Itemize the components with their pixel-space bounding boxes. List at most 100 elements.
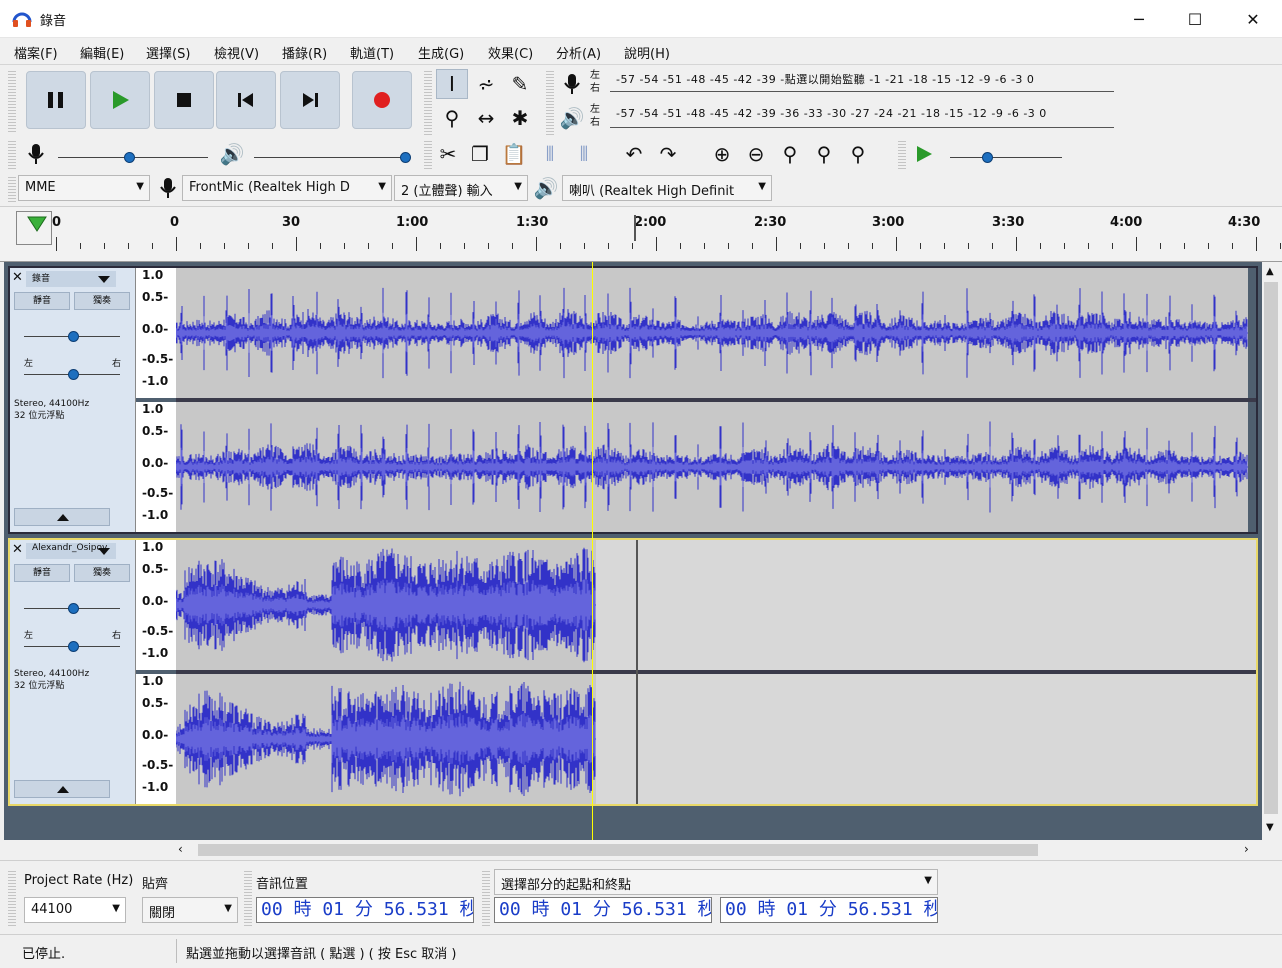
vertical-scrollbar[interactable]: ▲ ▼ <box>1262 262 1280 840</box>
fit-selection-button[interactable]: ⚲ <box>774 139 806 169</box>
minimize-button[interactable]: ─ <box>1110 0 1168 38</box>
playback-meter[interactable]: -57 -54 -51 -48 -45 -42 -39 -36 -33 -30 … <box>610 105 1114 131</box>
record-meter-button[interactable] <box>556 69 588 99</box>
trim-icon: ⫴ <box>545 142 555 166</box>
menu-edit[interactable]: 編輯(E) <box>80 43 124 62</box>
vertical-scroll-thumb[interactable] <box>1264 282 1278 814</box>
zoom-out-button[interactable]: ⊖ <box>740 139 772 169</box>
snap-select[interactable]: 關閉 ▼ <box>142 897 238 923</box>
play-at-speed-button[interactable] <box>908 139 940 169</box>
toolbar-grip[interactable] <box>482 869 490 927</box>
time-shift-tool[interactable]: ↔ <box>470 103 502 133</box>
audio-position-field[interactable]: 00 時 01 分 56.531 秒 <box>256 897 474 923</box>
selection-mode-select[interactable]: 選擇部分的起點和終點 ▼ <box>494 869 938 895</box>
chevron-right-icon[interactable]: › <box>1244 842 1249 856</box>
menu-analyze[interactable]: 分析(A) <box>556 43 601 62</box>
playback-meter-button[interactable]: 🔊 <box>556 103 588 133</box>
silence-button[interactable]: ⫴ <box>568 139 600 169</box>
menu-generate[interactable]: 生成(G) <box>418 43 464 62</box>
toolbar-grip[interactable] <box>424 139 432 169</box>
menu-help[interactable]: 說明(H) <box>624 43 670 62</box>
fit-project-button[interactable]: ⚲ <box>808 139 840 169</box>
toolbar-grip[interactable] <box>8 175 16 203</box>
envelope-tool[interactable]: ⩫ <box>470 69 502 99</box>
title-bar: 錄音 ─ ☐ ✕ <box>0 0 1282 38</box>
menu-file[interactable]: 檔案(F) <box>14 43 58 62</box>
input-channels-select[interactable]: 2 (立體聲) 輸入 ▼ <box>394 175 528 201</box>
multi-tool[interactable]: ✱ <box>504 103 536 133</box>
draw-tool[interactable]: ✎ <box>504 69 536 99</box>
zoom-toggle-button[interactable]: ⚲ <box>842 139 874 169</box>
chevron-left-icon[interactable]: ‹ <box>178 842 183 856</box>
close-icon[interactable]: ✕ <box>12 542 23 557</box>
solo-button[interactable]: 獨奏 <box>74 564 130 582</box>
input-volume-slider[interactable] <box>124 152 135 163</box>
collapse-track-button[interactable] <box>14 780 110 798</box>
timeline-label: 4:00 <box>1110 215 1143 230</box>
cut-button[interactable]: ✂ <box>432 139 464 169</box>
pan-slider[interactable] <box>68 641 79 652</box>
audio-host-select[interactable]: MME ▼ <box>18 175 150 201</box>
gain-slider[interactable] <box>68 331 79 342</box>
skip-to-start-button[interactable] <box>216 71 276 129</box>
timeline-label: 1:30 <box>516 215 549 230</box>
paste-button[interactable]: 📋 <box>498 139 530 169</box>
playback-speed-slider[interactable] <box>982 152 993 163</box>
collapse-track-button[interactable] <box>14 508 110 526</box>
stop-button[interactable] <box>154 71 214 129</box>
track-name-menu[interactable]: Alexandr_Osipov <box>26 543 116 559</box>
selection-end-field[interactable]: 00 時 01 分 56.531 秒 <box>720 897 938 923</box>
redo-button[interactable]: ↷ <box>652 139 684 169</box>
waveform-right-channel[interactable] <box>176 402 1248 532</box>
trim-button[interactable]: ⫴ <box>534 139 566 169</box>
pause-button[interactable] <box>26 71 86 129</box>
solo-button[interactable]: 獨奏 <box>74 292 130 310</box>
output-device-select[interactable]: 喇叭 (Realtek High Definit ▼ <box>562 175 772 201</box>
horizontal-scroll-thumb[interactable] <box>198 844 1038 856</box>
toolbar-grip[interactable] <box>898 139 906 169</box>
chevron-up-icon[interactable]: ▲ <box>1266 266 1274 277</box>
toolbar-grip[interactable] <box>244 869 252 927</box>
project-rate-select[interactable]: 44100 ▼ <box>24 897 126 923</box>
output-volume-slider[interactable] <box>400 152 411 163</box>
horizontal-scrollbar[interactable]: ‹ › <box>170 840 1262 860</box>
selection-tool[interactable]: I <box>436 69 468 99</box>
zoom-in-button[interactable]: ⊕ <box>706 139 738 169</box>
maximize-button[interactable]: ☐ <box>1166 0 1224 38</box>
tracks-area[interactable]: ✕ 錄音 靜音 獨奏 左 右 Stereo, 44100Hz 32 位元浮點 1… <box>4 262 1262 840</box>
mute-button[interactable]: 靜音 <box>14 564 70 582</box>
selection-start-field[interactable]: 00 時 01 分 56.531 秒 <box>494 897 712 923</box>
pan-slider[interactable] <box>68 369 79 380</box>
track-name-menu[interactable]: 錄音 <box>26 271 116 287</box>
menu-effect[interactable]: 效果(C) <box>488 43 533 62</box>
zoom-tool[interactable]: ⚲ <box>436 103 468 133</box>
audio-track-2[interactable]: ✕ Alexandr_Osipov 靜音 獨奏 左 右 Stereo, 4410… <box>8 538 1258 806</box>
waveform-left-channel[interactable] <box>176 540 596 670</box>
toolbar-grip[interactable] <box>546 69 554 135</box>
play-button[interactable] <box>90 71 150 129</box>
record-button[interactable] <box>352 71 412 129</box>
audio-track-1[interactable]: ✕ 錄音 靜音 獨奏 左 右 Stereo, 44100Hz 32 位元浮點 1… <box>8 266 1258 534</box>
menu-select[interactable]: 選擇(S) <box>146 43 190 62</box>
waveform-right-channel[interactable] <box>176 674 596 804</box>
copy-button[interactable]: ❐ <box>464 139 496 169</box>
menu-transport[interactable]: 播錄(R) <box>282 43 327 62</box>
menu-view[interactable]: 檢視(V) <box>214 43 259 62</box>
toolbar-grip[interactable] <box>8 869 16 927</box>
timeline-ruler[interactable]: 0 0 30 1:00 1:30 2:00 2:30 3:00 3:30 4:0… <box>0 206 1282 262</box>
mute-button[interactable]: 靜音 <box>14 292 70 310</box>
close-button[interactable]: ✕ <box>1224 0 1282 38</box>
gain-slider[interactable] <box>68 603 79 614</box>
toolbar-grip[interactable] <box>8 69 16 133</box>
menu-tracks[interactable]: 軌道(T) <box>350 43 394 62</box>
waveform-left-channel[interactable] <box>176 268 1248 398</box>
chevron-down-icon[interactable]: ▼ <box>1266 822 1274 833</box>
asterisk-icon: ✱ <box>511 106 529 130</box>
close-icon[interactable]: ✕ <box>12 270 23 285</box>
record-meter[interactable]: -57 -54 -51 -48 -45 -42 -39 -點選以開始監聽 -1 … <box>610 69 1114 95</box>
skip-to-end-button[interactable] <box>280 71 340 129</box>
toolbar-grip[interactable] <box>8 139 16 169</box>
toolbar-grip[interactable] <box>424 69 432 135</box>
input-device-select[interactable]: FrontMic (Realtek High D ▼ <box>182 175 392 201</box>
undo-button[interactable]: ↶ <box>618 139 650 169</box>
